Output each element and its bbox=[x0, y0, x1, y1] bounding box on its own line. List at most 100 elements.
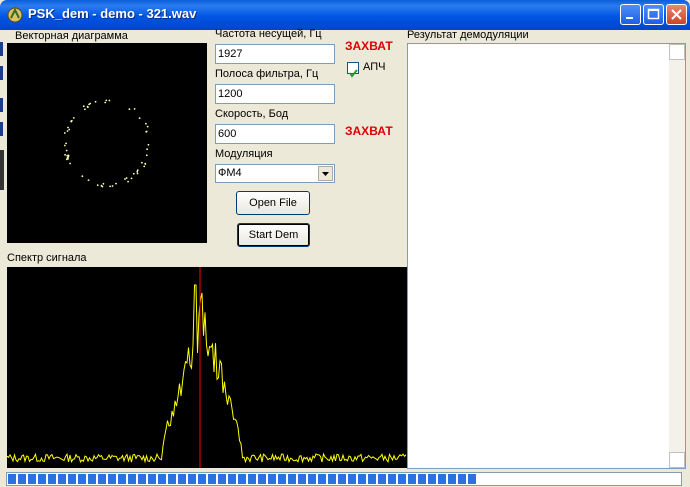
dropdown-arrow-button[interactable] bbox=[318, 166, 333, 181]
progress-segment bbox=[28, 474, 36, 484]
progress-segment bbox=[228, 474, 236, 484]
constellation-point bbox=[101, 185, 104, 188]
constellation-point bbox=[70, 120, 73, 122]
vector-diagram-panel bbox=[7, 43, 207, 243]
afc-checkbox[interactable] bbox=[347, 62, 359, 78]
carrier-frequency-field[interactable]: 1927 bbox=[215, 44, 335, 64]
carrier-frequency-label: Частота несущей, Гц bbox=[215, 28, 322, 40]
constellation-point bbox=[141, 161, 143, 164]
close-button[interactable] bbox=[666, 4, 687, 25]
spectrum-plot bbox=[6, 267, 407, 468]
constellation-point bbox=[146, 125, 149, 128]
progress-segment bbox=[378, 474, 386, 484]
start-dem-button[interactable]: Start Dem bbox=[237, 223, 310, 247]
constellation-point bbox=[89, 102, 92, 105]
constellation-point bbox=[146, 148, 149, 151]
progress-segment bbox=[358, 474, 366, 484]
progress-segment bbox=[18, 474, 26, 484]
progress-segment bbox=[178, 474, 186, 484]
spectrum-label: Спектр сигнала bbox=[7, 252, 87, 264]
maximize-button[interactable] bbox=[643, 4, 664, 25]
progress-segment bbox=[38, 474, 46, 484]
constellation-point bbox=[136, 170, 139, 173]
app-icon bbox=[7, 7, 23, 23]
title-bar[interactable]: PSK_dem - demo - 321.wav bbox=[0, 0, 690, 30]
spectrum-trace bbox=[6, 284, 407, 464]
constellation-point bbox=[65, 142, 67, 145]
window-title: PSK_dem - demo - 321.wav bbox=[28, 6, 197, 21]
constellation-point bbox=[147, 143, 150, 146]
progress-segment bbox=[68, 474, 76, 484]
progress-segment bbox=[268, 474, 276, 484]
constellation-point bbox=[104, 101, 107, 104]
progress-segment bbox=[48, 474, 56, 484]
constellation-point bbox=[63, 144, 66, 147]
progress-segment bbox=[398, 474, 406, 484]
constellation-point bbox=[63, 132, 66, 134]
progress-segment bbox=[8, 474, 16, 484]
progress-segment bbox=[118, 474, 126, 484]
progress-segment bbox=[408, 474, 416, 484]
progress-segment bbox=[458, 474, 466, 484]
constellation-point bbox=[115, 182, 117, 185]
constellation-point bbox=[133, 108, 136, 110]
constellation-point bbox=[124, 178, 126, 180]
progress-segment bbox=[78, 474, 86, 484]
progress-segment bbox=[208, 474, 216, 484]
scroll-up-button[interactable] bbox=[669, 44, 685, 60]
chevron-down-icon bbox=[322, 172, 329, 176]
progress-segment bbox=[418, 474, 426, 484]
constellation-point bbox=[145, 154, 148, 157]
modulation-select[interactable]: ФМ4 bbox=[215, 164, 335, 183]
filter-band-field[interactable]: 1200 bbox=[215, 84, 335, 104]
result-label: Результат демодуляции bbox=[407, 29, 529, 41]
app-window: PSK_dem - demo - 321.wav Векторная диагр… bbox=[0, 0, 690, 487]
constellation-point bbox=[128, 108, 131, 111]
constellation-point bbox=[86, 105, 89, 108]
progress-segment bbox=[238, 474, 246, 484]
constellation-plot bbox=[63, 99, 150, 188]
progress-segment bbox=[278, 474, 286, 484]
progress-segment bbox=[318, 474, 326, 484]
progress-segment bbox=[168, 474, 176, 484]
open-file-button[interactable]: Open File bbox=[236, 191, 310, 215]
constellation-point bbox=[69, 162, 71, 165]
progress-segment bbox=[438, 474, 446, 484]
progress-segment bbox=[198, 474, 206, 484]
constellation-point bbox=[87, 179, 90, 182]
progress-segment bbox=[128, 474, 136, 484]
constellation-point bbox=[143, 165, 146, 168]
progress-segment bbox=[158, 474, 166, 484]
constellation-point bbox=[132, 172, 135, 175]
minimize-icon bbox=[626, 17, 633, 19]
constellation-point bbox=[67, 126, 69, 129]
minimize-button[interactable] bbox=[620, 4, 641, 25]
spectrum-panel bbox=[6, 267, 407, 468]
filter-band-label: Полоса фильтра, Гц bbox=[215, 68, 319, 80]
speed-lock-status: ЗАХВАТ bbox=[345, 124, 393, 138]
speed-field[interactable]: 600 bbox=[215, 124, 335, 144]
progress-segment bbox=[288, 474, 296, 484]
demodulation-result-text[interactable] bbox=[407, 43, 686, 469]
constellation-point bbox=[130, 177, 133, 180]
progress-segment bbox=[298, 474, 306, 484]
checkmark-icon bbox=[349, 69, 358, 78]
constellation-point bbox=[66, 130, 69, 132]
result-scrollbar[interactable] bbox=[669, 44, 685, 468]
constellation-point bbox=[82, 105, 85, 108]
constellation-point bbox=[96, 184, 99, 187]
progress-segment bbox=[148, 474, 156, 484]
progress-segment bbox=[188, 474, 196, 484]
scroll-down-button[interactable] bbox=[669, 452, 685, 468]
progress-segment bbox=[328, 474, 336, 484]
progress-segment bbox=[448, 474, 456, 484]
maximize-icon bbox=[647, 8, 660, 20]
constellation-point bbox=[109, 185, 111, 188]
carrier-lock-status: ЗАХВАТ bbox=[345, 39, 393, 53]
constellation-point bbox=[65, 158, 68, 161]
constellation-point bbox=[111, 185, 114, 187]
progress-segment bbox=[428, 474, 436, 484]
progress-segment bbox=[258, 474, 266, 484]
progress-segment bbox=[468, 474, 476, 484]
progress-segment bbox=[248, 474, 256, 484]
